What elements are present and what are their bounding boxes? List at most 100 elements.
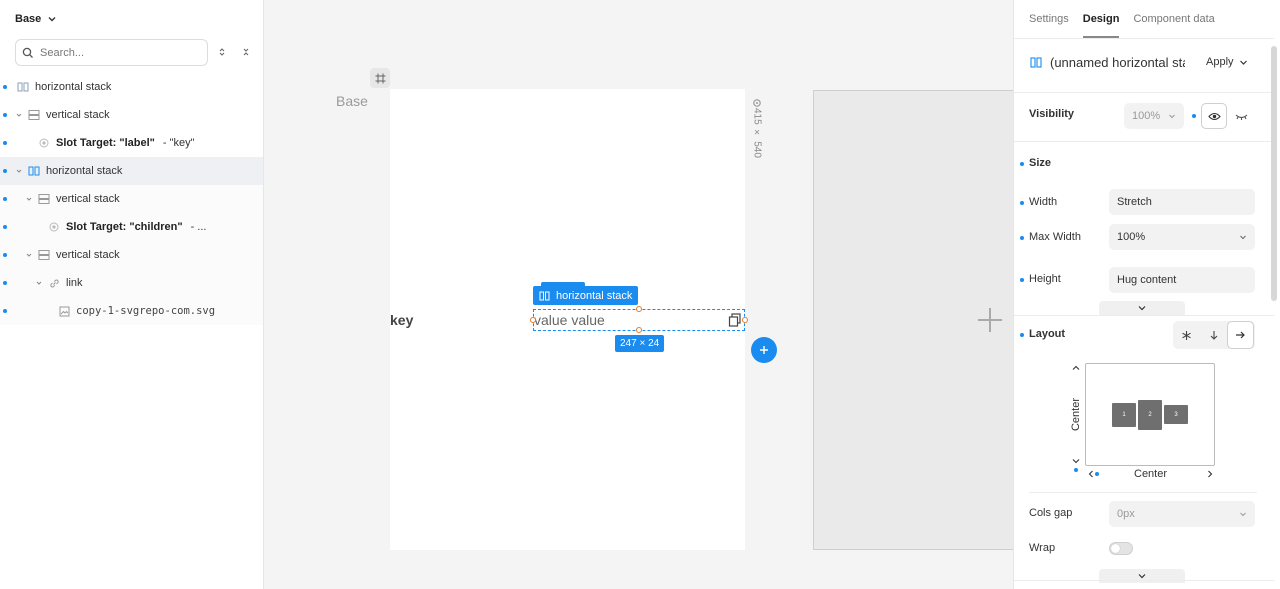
apply-dropdown[interactable]: Apply (1206, 56, 1248, 68)
layout-block-2: 2 (1138, 400, 1162, 430)
slot-target-icon (38, 137, 50, 149)
search-icon (22, 47, 33, 58)
max-width-select[interactable]: 100% (1109, 224, 1255, 250)
slot-target-icon (48, 221, 60, 233)
add-frame-icon[interactable] (976, 306, 1004, 334)
chevron-up-icon[interactable] (1071, 364, 1081, 372)
chevron-down-icon (1240, 235, 1246, 240)
arrow-down-icon (1210, 330, 1217, 340)
vertical-stack-icon (38, 249, 50, 261)
layout-grid-button[interactable] (1173, 321, 1200, 349)
tree-item-horizontal-stack-selected[interactable]: horizontal stack (0, 157, 263, 185)
visibility-opacity-select[interactable]: 100% (1124, 103, 1184, 129)
visible-toggle[interactable] (1201, 103, 1227, 129)
selection-label-text: horizontal stack (556, 289, 633, 302)
resize-handle-right[interactable] (742, 317, 748, 323)
tree-item-vertical-stack[interactable]: vertical stack (0, 101, 263, 129)
cols-gap-select[interactable]: 0px (1109, 501, 1255, 527)
chevron-right-icon[interactable] (1206, 469, 1214, 479)
tab-design[interactable]: Design (1082, 0, 1119, 38)
tree-item-vertical-stack[interactable]: vertical stack (0, 185, 263, 213)
tree-item-label: vertical stack (56, 249, 120, 261)
asterisk-icon (1182, 330, 1191, 340)
frame-name-label[interactable]: Base (336, 93, 368, 109)
chevron-down-icon[interactable] (24, 250, 34, 260)
status-dot (3, 169, 7, 173)
chevron-down-icon[interactable] (14, 110, 24, 120)
selection-size-badge: 247 × 24 (615, 335, 665, 352)
page-selector[interactable]: Base (15, 13, 57, 25)
page-title: Base (15, 13, 42, 25)
modified-dot (1020, 236, 1024, 240)
tree-item-label: vertical stack (56, 193, 120, 205)
modified-dot (1020, 162, 1024, 166)
resize-handle-top[interactable] (636, 306, 642, 312)
layout-horizontal-button[interactable] (1227, 321, 1254, 349)
value-text[interactable]: value value (534, 312, 605, 328)
expand-icon (219, 48, 225, 56)
apply-label: Apply (1206, 56, 1234, 68)
tree-item-slot-target-children[interactable]: Slot Target: "children" - ... (0, 213, 263, 241)
tree-item-svg-file[interactable]: copy-1-svgrepo-com.svg (0, 297, 263, 325)
height-field[interactable]: Hug content (1109, 267, 1255, 293)
selection-label[interactable]: horizontal stack (533, 286, 639, 305)
design-canvas[interactable]: Base 415 × 540 key horizontal stack valu… (264, 0, 1013, 589)
layout-direction-group (1173, 321, 1255, 349)
frame-tool-button[interactable] (370, 68, 390, 88)
tab-component-data[interactable]: Component data (1133, 0, 1214, 38)
chevron-left-icon[interactable] (1087, 469, 1095, 479)
wrap-toggle[interactable] (1109, 542, 1133, 555)
image-icon (58, 305, 70, 317)
chevron-down-icon[interactable] (1071, 457, 1081, 465)
divider (1014, 580, 1274, 581)
tree-item-vertical-stack[interactable]: vertical stack (0, 241, 263, 269)
copy-icon[interactable] (728, 313, 742, 327)
vertical-stack-icon (28, 109, 40, 121)
modified-dot (1095, 472, 1099, 476)
vertical-align-label[interactable]: Center (1070, 398, 1082, 431)
width-field[interactable]: Stretch (1109, 189, 1255, 215)
layout-vertical-button[interactable] (1200, 321, 1227, 349)
size-more-button[interactable] (1099, 301, 1185, 315)
divider (1029, 492, 1257, 493)
alignment-box[interactable]: 1 2 3 (1085, 363, 1215, 466)
tree-item-label: link (66, 277, 83, 289)
panel-scrollbar[interactable] (1271, 46, 1277, 301)
status-dot (3, 253, 7, 257)
frame-icon (375, 73, 385, 83)
divider (1014, 141, 1274, 142)
collapse-all-button[interactable] (239, 45, 253, 59)
component-title[interactable]: (unnamed horizontal stack) (1050, 55, 1185, 70)
chevron-down-icon[interactable] (14, 166, 24, 176)
search-input[interactable] (40, 46, 190, 59)
collapse-icon (243, 48, 249, 56)
layout-block-1: 1 (1112, 403, 1136, 427)
key-text[interactable]: key (390, 312, 413, 328)
chevron-down-icon (1138, 574, 1146, 579)
tree-item-label: Slot Target: "children" (66, 221, 183, 233)
wrap-label: Wrap (1029, 542, 1056, 554)
layer-search[interactable] (15, 39, 208, 66)
horizontal-align-label[interactable]: Center (1134, 468, 1167, 480)
chevron-down-icon[interactable] (34, 278, 44, 288)
tree-item-slot-target-label[interactable]: Slot Target: "label" - "key" (0, 129, 263, 157)
tab-settings[interactable]: Settings (1029, 0, 1069, 38)
expand-all-button[interactable] (215, 45, 229, 59)
gear-icon (753, 99, 761, 107)
max-width-value: 100% (1117, 231, 1146, 243)
hidden-toggle[interactable] (1228, 103, 1254, 129)
status-dot (3, 85, 7, 89)
chevron-down-icon[interactable] (24, 194, 34, 204)
tree-item-label: horizontal stack (35, 81, 112, 93)
horizontal-stack-icon (539, 291, 550, 300)
resize-handle-left[interactable] (530, 317, 536, 323)
size-section-label: Size (1029, 157, 1052, 169)
tree-item-horizontal-stack[interactable]: horizontal stack (0, 73, 263, 101)
vertical-stack-icon (38, 193, 50, 205)
resize-handle-bottom[interactable] (636, 327, 642, 333)
tree-item-sublabel: - "key" (162, 137, 195, 149)
add-element-button[interactable] (751, 337, 777, 363)
chevron-down-icon (1240, 512, 1246, 517)
modified-dot (1020, 278, 1024, 282)
tree-item-link[interactable]: link (0, 269, 263, 297)
